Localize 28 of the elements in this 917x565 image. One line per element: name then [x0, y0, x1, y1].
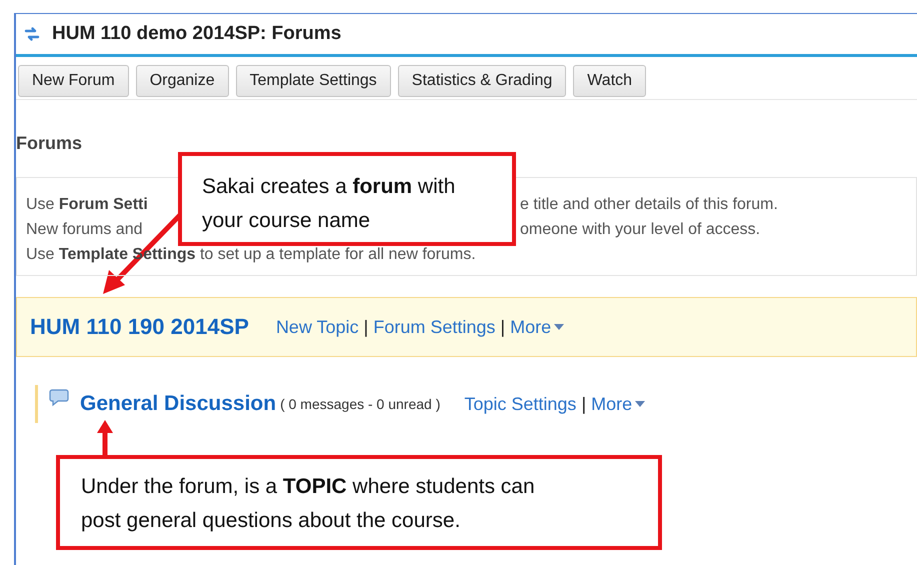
message-counts: ( 0 messages - 0 unread )	[280, 396, 440, 412]
toolbar-button[interactable]: Organize	[136, 65, 229, 97]
separator: |	[581, 394, 586, 414]
link[interactable]: Forum Settings	[373, 316, 496, 338]
link[interactable]: New Topic	[276, 316, 359, 338]
instruction-text: Use Forum Setti	[26, 195, 148, 215]
more-menu[interactable]: More	[510, 316, 564, 338]
callout-text: Sakai creates a forum with your course name	[202, 174, 456, 234]
instruction-text: New forums and	[26, 220, 142, 240]
separator: |	[364, 316, 368, 338]
separator: |	[500, 316, 506, 338]
instruction-text: e title and other details of this forum.	[520, 195, 778, 215]
toolbar-button[interactable]: Statistics & Grading	[398, 65, 566, 97]
more-menu[interactable]: More	[591, 394, 646, 414]
callout-text: Under the forum, is a TOPIC where students can post general questions about the course.	[81, 474, 536, 534]
instruction-text: omeone with your level of access.	[520, 220, 760, 240]
swap-arrows-icon	[24, 26, 40, 42]
link[interactable]: Topic Settings	[464, 394, 576, 414]
toolbar-button[interactable]: New Forum	[18, 65, 129, 97]
toolbar-button[interactable]: Template Settings	[236, 65, 391, 97]
caret-icon	[635, 401, 646, 407]
section-title: Forums	[16, 133, 84, 153]
speech-bubble-icon	[49, 389, 69, 407]
topic-title[interactable]: General Discussion	[80, 392, 276, 416]
forum-title[interactable]: HUM 110 190 2014SP	[30, 314, 249, 340]
window-title: HUM 110 demo 2014SP: Forums	[52, 23, 342, 45]
caret-icon	[554, 324, 564, 330]
toolbar-button[interactable]: Watch	[573, 65, 646, 97]
